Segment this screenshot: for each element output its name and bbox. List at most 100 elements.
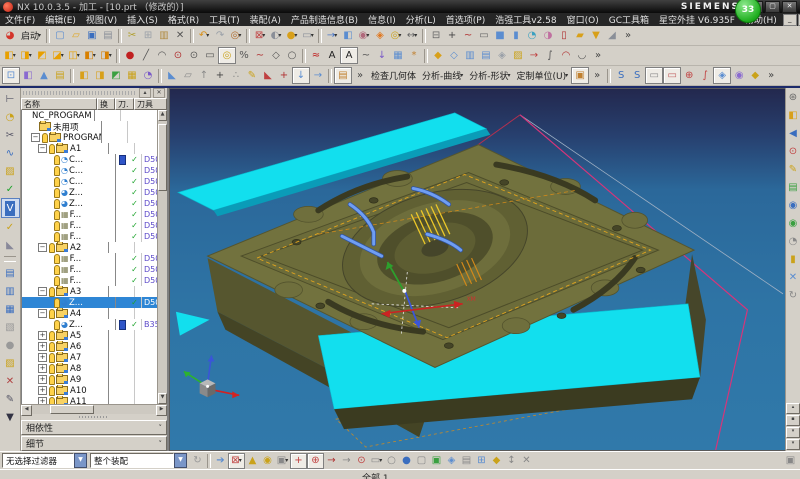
pattern-icon[interactable]: ▥ [462,48,478,63]
hd3d-overflow-icon[interactable]: » [589,68,605,83]
pad-icon[interactable]: ▰ [572,28,588,43]
probe-icon[interactable]: ⊙ [787,144,800,158]
shaded-view-icon[interactable]: ◐▾ [268,28,284,43]
tree-row-a7[interactable]: +A7 [22,352,157,363]
circle-target-icon[interactable]: ⊙ [354,454,369,468]
delete-path-icon[interactable]: ✕ [2,372,19,390]
sketch-s2-icon[interactable]: S [629,68,645,83]
curve-icon[interactable]: ~ [358,48,374,63]
command-finder-icon[interactable]: ◎▾ [228,28,244,43]
rectangle-icon[interactable]: ▭ [476,28,492,43]
annotate-icon[interactable]: ✎ [787,162,800,176]
orient-wcs-icon[interactable]: ↓ [292,67,310,84]
orient-back-icon[interactable]: ◫▾ [66,48,82,63]
view-plane-icon[interactable]: ◣ [164,68,180,83]
tree-expander[interactable]: − [38,287,47,296]
gold-dot-icon[interactable]: ◉ [260,454,275,468]
nx-swirl-icon[interactable]: ◕ [2,28,18,43]
window-icon[interactable]: ▭▾ [300,28,316,43]
tree-row-a9[interactable]: +A9 [22,374,157,385]
rect-sketch-icon[interactable]: ▭ [202,48,218,63]
frame-icon[interactable]: ◈ [713,67,731,84]
percent-icon[interactable]: % [236,48,252,63]
tree-row-program[interactable]: −PROGRAM [22,132,157,143]
selection-filter-dropdown[interactable]: 无选择过滤器 ▼ [2,454,87,467]
verify-icon[interactable]: ✓ [2,180,19,198]
save-icon[interactable]: ▣ [84,28,100,43]
refresh-icon[interactable]: ↻ [787,288,800,302]
books-icon[interactable]: ▤ [2,264,19,282]
orient-top-icon[interactable]: ◧▾ [2,48,18,63]
tree-row-a10[interactable]: +A10 [22,385,157,396]
tree-expander[interactable]: + [38,331,47,340]
transform-icon[interactable]: ◆ [430,48,446,63]
tool-palette-icon[interactable]: ◧ [787,108,800,122]
filter-dropdown-arrow[interactable]: ▼ [74,453,87,468]
sweep-icon[interactable]: ◑ [540,28,556,43]
scroll-mid-icon[interactable]: ▪ [786,415,800,426]
tree-row-a5[interactable]: +A5 [22,330,157,341]
gold-tri-icon[interactable]: ▲ [245,454,260,468]
tool-icon[interactable]: ▼ [588,28,604,43]
arrow2-icon[interactable]: → [339,454,354,468]
menu-item-9[interactable]: 分析(L) [401,13,441,26]
tree-row-f[interactable]: ▦F...✓D50R6 [22,275,157,286]
tree-row-f[interactable]: ▦F...✓D50R6 [22,231,157,242]
mating-icon[interactable]: ▤ [52,68,68,83]
diamond-blue-icon[interactable]: ◈ [444,454,459,468]
menu-item-12[interactable]: 窗口(O) [562,13,604,26]
box-empty-icon[interactable]: ▢ [414,454,429,468]
refresh-selection-icon[interactable]: ↻ [190,454,205,468]
snap-enable-icon[interactable]: ⊠▾ [228,453,245,469]
tree-row-a1[interactable]: −A1 [22,143,157,154]
menu-item-14[interactable]: 星空外挂 V6.935F [654,13,740,26]
scroll-end-icon[interactable]: ▾ [786,439,800,450]
scroll-down-icon[interactable]: ▾ [786,427,800,438]
menu-item-7[interactable]: 产品制造信息(B) [286,13,363,26]
work-part-icon[interactable]: ◨ [92,68,108,83]
mdi-minimize-button[interactable]: _ [783,14,797,26]
tree-row-c[interactable]: ◔C...✓D50R6 [22,154,157,165]
book-copy-icon[interactable]: ▦ [2,300,19,318]
pmi-overflow-icon[interactable]: » [352,68,368,83]
delete-icon[interactable]: ✕ [172,28,188,43]
check-geometry-button[interactable]: 检查几何体 [368,68,419,83]
layer-icon[interactable]: ▦ [124,68,140,83]
plane-icon[interactable]: ▱ [180,68,196,83]
tree-row-c[interactable]: ◔C...✓D50R6 [22,165,157,176]
graphics-window[interactable]: XM [169,88,785,451]
spline-icon[interactable]: ~ [460,28,476,43]
move-face-icon[interactable]: ◣ [260,68,276,83]
xyz-point-icon[interactable]: ≈ [308,48,324,63]
all-filter-icon[interactable]: ▣▾ [275,454,290,468]
dark-arrow-icon[interactable]: ▼ [2,408,19,426]
collapse-panel-button[interactable]: ▴ [139,88,151,98]
clock-icon[interactable]: ◔ [787,234,800,248]
line-icon[interactable]: ╱ [138,48,154,63]
row2-overflow-icon[interactable]: » [590,48,606,63]
tree-row-f[interactable]: ▦F...✓D50R6 [22,264,157,275]
menu-item-4[interactable]: 格式(R) [163,13,204,26]
snip-icon[interactable]: ✕ [787,270,800,284]
stamp1-icon[interactable]: ▭ [645,67,663,84]
point-plus-icon[interactable]: + [212,68,228,83]
fly-icon[interactable]: ➔ [213,454,228,468]
column-header-2[interactable]: 刀. [115,98,134,110]
tree-expander[interactable]: + [38,375,47,384]
pencil-note-icon[interactable]: ✎ [2,390,19,408]
gear-icon[interactable]: ⊛ [787,90,800,104]
sheet-icon[interactable]: ▯ [556,28,572,43]
geometry-view-icon[interactable]: ∿ [2,144,19,162]
tree-row-nc_program[interactable]: NC_PROGRAM [22,110,157,121]
rotate-icon[interactable]: ◔ [140,68,156,83]
broadcast-icon[interactable]: ◉ [787,198,800,212]
tree-row-a4[interactable]: −A4 [22,308,157,319]
point-icon[interactable]: + [444,28,460,43]
menu-item-10[interactable]: 首选项(P) [441,13,490,26]
tree-horizontal-scrollbar[interactable]: ◀ ▶ [21,404,167,414]
tree-expander[interactable]: − [38,243,47,252]
stack-gray-icon[interactable]: ▧ [2,318,19,336]
gem2-icon[interactable]: ◆ [489,454,504,468]
project-curve-icon[interactable]: ↓ [374,48,390,63]
custom-units-button[interactable]: 定制单位(U)▾ [514,68,572,83]
